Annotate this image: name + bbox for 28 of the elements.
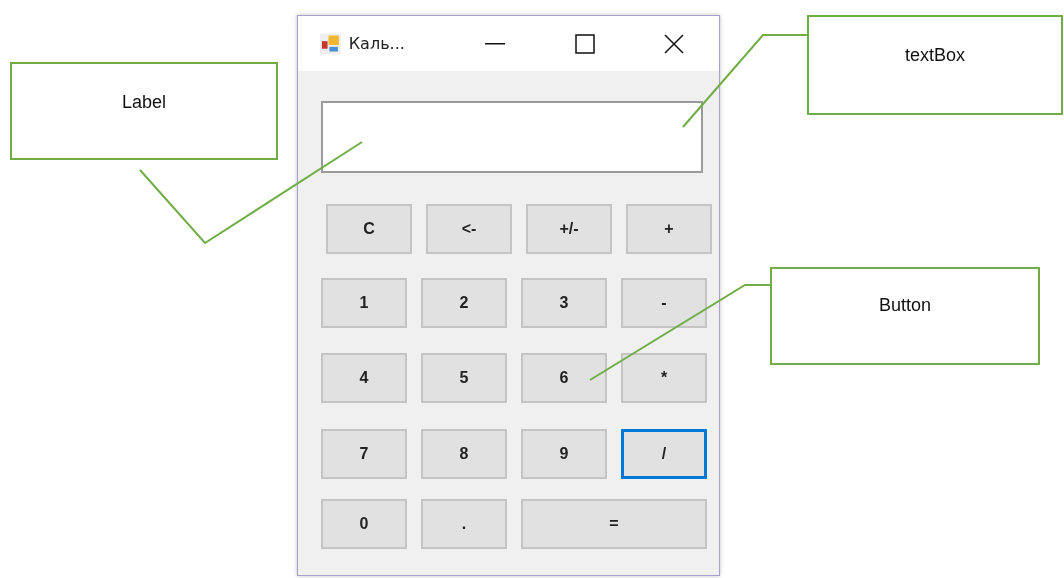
callout-text: Label xyxy=(121,92,166,113)
callout-text: textBox xyxy=(905,45,965,66)
calculator-button[interactable]: - xyxy=(621,278,707,328)
calculator-button[interactable]: = xyxy=(521,499,707,549)
display-field[interactable] xyxy=(321,101,703,173)
maximize-icon xyxy=(574,33,595,54)
calculator-button[interactable]: 3 xyxy=(521,278,607,328)
calculator-button[interactable]: <- xyxy=(426,204,512,254)
calculator-button[interactable]: 0 xyxy=(321,499,407,549)
calculator-button[interactable]: * xyxy=(621,353,707,403)
calculator-button[interactable]: 7 xyxy=(321,429,407,479)
app-icon xyxy=(320,32,341,55)
minimize-icon xyxy=(485,42,506,45)
window-title: Каль... xyxy=(348,34,406,53)
calculator-button[interactable]: . xyxy=(421,499,507,549)
calculator-button[interactable]: 1 xyxy=(321,278,407,328)
calculator-button[interactable]: + xyxy=(626,204,712,254)
close-icon xyxy=(664,33,685,54)
calculator-button[interactable]: 5 xyxy=(421,353,507,403)
calculator-button[interactable]: 6 xyxy=(521,353,607,403)
calculator-button[interactable]: C xyxy=(326,204,412,254)
callout-text: Button xyxy=(878,295,931,316)
calculator-button[interactable]: +/- xyxy=(526,204,612,254)
calculator-button[interactable]: 4 xyxy=(321,353,407,403)
calculator-button[interactable]: 9 xyxy=(521,429,607,479)
calculator-button[interactable]: 8 xyxy=(421,429,507,479)
calculator-button[interactable]: 2 xyxy=(421,278,507,328)
calculator-button[interactable]: / xyxy=(621,429,707,479)
